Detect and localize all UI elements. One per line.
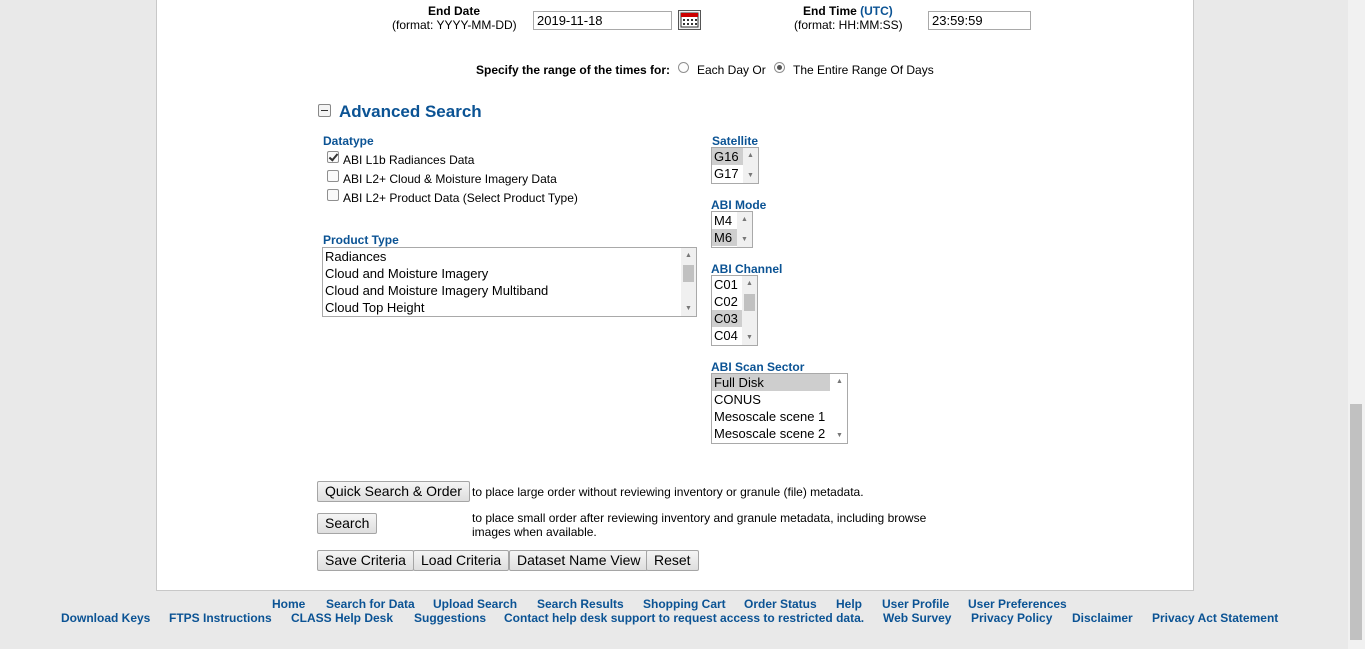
checkbox-l2-cloud-moisture-label: ABI L2+ Cloud & Moisture Imagery Data [343, 172, 557, 186]
checkbox-l1b-radiances-label: ABI L1b Radiances Data [343, 153, 475, 167]
abi-mode-title: ABI Mode [711, 198, 767, 212]
abi-scan-sector-listbox[interactable]: Full Disk CONUS Mesoscale scene 1 Mesosc… [711, 373, 848, 444]
list-item[interactable]: Mesoscale scene 2 [712, 425, 830, 442]
scroll-thumb[interactable] [683, 265, 694, 282]
scroll-down-icon[interactable]: ▼ [743, 168, 758, 183]
page-scroll-thumb[interactable] [1350, 404, 1362, 640]
list-item[interactable]: Cloud Top Height [323, 299, 696, 316]
scroll-down-icon[interactable]: ▼ [742, 330, 757, 345]
calendar-button[interactable] [678, 10, 701, 30]
list-item[interactable]: Mesoscale scene 1 [712, 408, 830, 425]
end-time-label: End Time (UTC) [803, 4, 893, 18]
checkbox-l1b-radiances[interactable] [327, 151, 339, 163]
abi-scan-sector-scrollbar[interactable]: ▲ ▼ [832, 374, 847, 443]
collapse-button[interactable] [318, 104, 331, 117]
advanced-search-title: Advanced Search [339, 102, 482, 121]
footer-link-privacy-act[interactable]: Privacy Act Statement [1152, 611, 1278, 625]
checkbox-l2-product[interactable] [327, 189, 339, 201]
checkbox-l2-cloud-moisture[interactable] [327, 170, 339, 182]
reset-button[interactable]: Reset [646, 550, 699, 571]
page-scrollbar[interactable] [1348, 0, 1365, 649]
footer-link-order-status[interactable]: Order Status [744, 597, 817, 611]
list-item[interactable]: C01 [712, 276, 742, 293]
abi-channel-scrollbar[interactable]: ▲ ▼ [742, 276, 757, 345]
dataset-name-view-button[interactable]: Dataset Name View [509, 550, 649, 571]
end-time-label-text: End Time [803, 4, 857, 18]
checkbox-l2-product-label: ABI L2+ Product Data (Select Product Typ… [343, 191, 578, 205]
product-type-title: Product Type [323, 233, 399, 247]
footer-link-web-survey[interactable]: Web Survey [883, 611, 951, 625]
end-date-label: End Date [428, 4, 481, 18]
list-item[interactable]: CONUS [712, 391, 830, 408]
search-button[interactable]: Search [317, 513, 378, 534]
footer-link-help-desk[interactable]: CLASS Help Desk [291, 611, 393, 625]
footer-link-help[interactable]: Help [836, 597, 862, 611]
satellite-scrollbar[interactable]: ▲ ▼ [743, 148, 758, 183]
list-item[interactable]: Cloud and Moisture Imagery Multiband [323, 282, 696, 299]
abi-scan-sector-title: ABI Scan Sector [711, 360, 805, 374]
footer-link-suggestions[interactable]: Suggestions [414, 611, 486, 625]
footer-link-home[interactable]: Home [272, 597, 305, 611]
scroll-down-icon[interactable]: ▼ [832, 428, 847, 443]
list-item[interactable]: G16 [712, 148, 743, 165]
list-item[interactable]: M4 [712, 212, 737, 229]
scroll-up-icon[interactable]: ▲ [743, 148, 758, 163]
footer-link-search-results[interactable]: Search Results [537, 597, 624, 611]
satellite-listbox[interactable]: G16 G17 ▲ ▼ [711, 147, 759, 184]
list-item[interactable]: C04 [712, 327, 742, 344]
list-item[interactable]: C03 [712, 310, 742, 327]
footer-link-user-profile[interactable]: User Profile [882, 597, 949, 611]
load-criteria-button[interactable]: Load Criteria [413, 550, 510, 571]
footer-link-search-for-data[interactable]: Search for Data [326, 597, 415, 611]
datatype-title: Datatype [323, 134, 374, 148]
utc-label: (UTC) [860, 4, 893, 18]
footer-link-shopping-cart[interactable]: Shopping Cart [643, 597, 726, 611]
scroll-up-icon[interactable]: ▲ [832, 374, 847, 389]
calendar-icon [680, 12, 699, 28]
footer-link-privacy-policy[interactable]: Privacy Policy [971, 611, 1052, 625]
list-item[interactable]: M6 [712, 229, 737, 246]
footer-link-upload-search[interactable]: Upload Search [433, 597, 517, 611]
radio-entire-range-label: The Entire Range Of Days [793, 63, 934, 77]
radio-each-day[interactable] [678, 62, 689, 73]
list-item[interactable]: G17 [712, 165, 743, 182]
radio-each-day-label: Each Day Or [697, 63, 766, 77]
end-date-input[interactable] [533, 11, 672, 30]
footer-link-user-preferences[interactable]: User Preferences [968, 597, 1067, 611]
product-type-scrollbar[interactable]: ▲ ▼ [681, 248, 696, 316]
scroll-up-icon[interactable]: ▲ [742, 276, 757, 291]
radio-entire-range[interactable] [774, 62, 785, 73]
product-type-listbox[interactable]: Radiances Cloud and Moisture Imagery Clo… [322, 247, 697, 317]
quick-search-desc: to place large order without reviewing i… [472, 485, 864, 499]
abi-channel-listbox[interactable]: C01 C02 C03 C04 ▲ ▼ [711, 275, 758, 346]
list-item[interactable]: Full Disk [712, 374, 830, 391]
quick-search-order-button[interactable]: Quick Search & Order [317, 481, 470, 502]
footer-link-ftps-instructions[interactable]: FTPS Instructions [169, 611, 272, 625]
end-date-format: (format: YYYY-MM-DD) [392, 18, 517, 32]
scroll-thumb[interactable] [744, 294, 755, 311]
scroll-down-icon[interactable]: ▼ [737, 232, 752, 247]
abi-mode-scrollbar[interactable]: ▲ ▼ [737, 212, 752, 247]
footer-link-contact-help-desk[interactable]: Contact help desk support to request acc… [504, 611, 864, 625]
scroll-up-icon[interactable]: ▲ [681, 248, 696, 263]
abi-mode-listbox[interactable]: M4 M6 ▲ ▼ [711, 211, 753, 248]
list-item[interactable]: Cloud and Moisture Imagery [323, 265, 696, 282]
search-desc: to place small order after reviewing inv… [472, 511, 927, 539]
footer-link-download-keys[interactable]: Download Keys [61, 611, 150, 625]
abi-channel-title: ABI Channel [711, 262, 783, 276]
footer-link-disclaimer[interactable]: Disclaimer [1072, 611, 1133, 625]
end-time-input[interactable] [928, 11, 1031, 30]
scroll-up-icon[interactable]: ▲ [737, 212, 752, 227]
satellite-title: Satellite [712, 134, 759, 148]
list-item[interactable]: C02 [712, 293, 742, 310]
scroll-down-icon[interactable]: ▼ [681, 301, 696, 316]
list-item[interactable]: Radiances [323, 248, 696, 265]
range-label: Specify the range of the times for: [476, 63, 671, 77]
save-criteria-button[interactable]: Save Criteria [317, 550, 414, 571]
end-time-format: (format: HH:MM:SS) [794, 18, 903, 32]
